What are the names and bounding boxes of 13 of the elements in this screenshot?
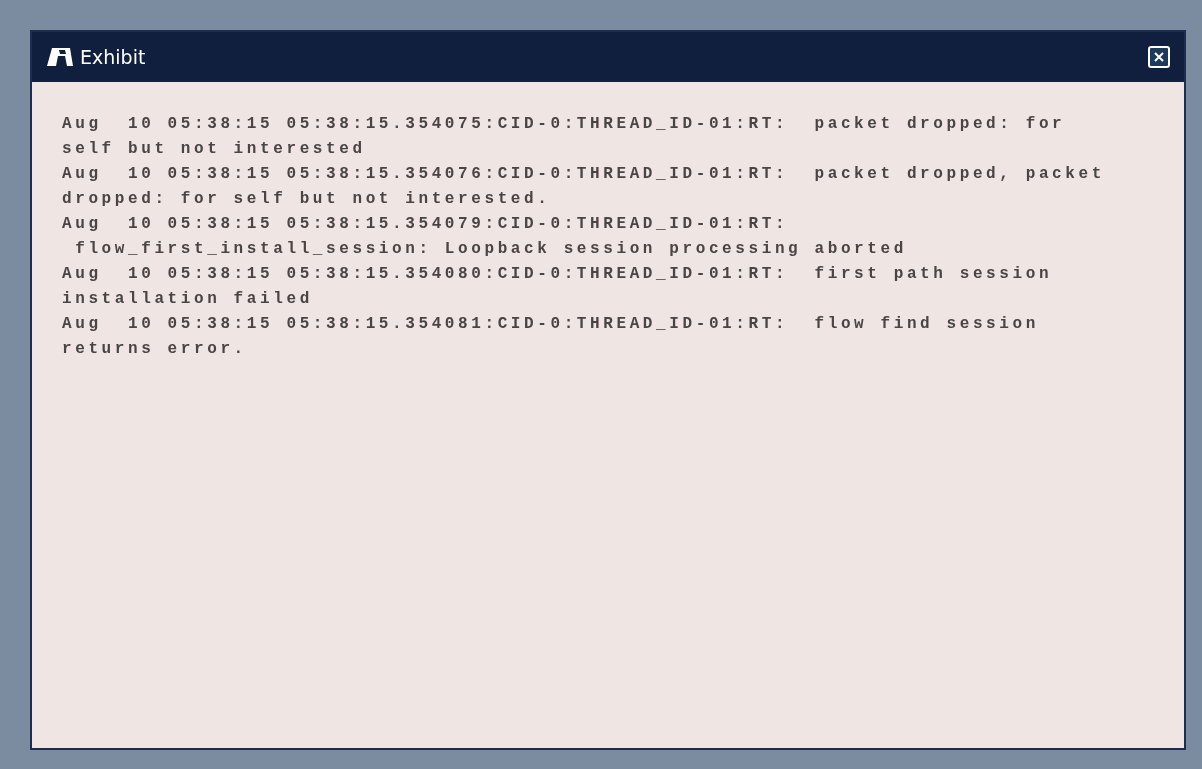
log-line: Aug 10 05:38:15 05:38:15.354080:CID-0:THREAD_ID-01:RT: first path session	[62, 264, 1054, 285]
log-line: dropped: for self but not interested.	[62, 189, 552, 210]
log-line: Aug 10 05:38:15 05:38:15.354081:CID-0:THREAD_ID-01:RT: flow find session	[62, 314, 1040, 335]
log-line: installation failed	[62, 289, 314, 310]
window-title: Exhibit	[80, 46, 146, 68]
log-line: returns error.	[62, 339, 248, 360]
close-icon	[1152, 50, 1166, 64]
log-line: Aug 10 05:38:15 05:38:15.354075:CID-0:THREAD_ID-01:RT: packet dropped: for	[62, 114, 1067, 135]
log-line: self but not interested	[62, 139, 367, 160]
log-line: flow_first_install_session: Loopback session processing aborted	[74, 239, 908, 260]
close-button[interactable]	[1148, 46, 1170, 68]
log-line: Aug 10 05:38:15 05:38:15.354076:CID-0:THREAD_ID-01:RT: packet dropped, packet	[62, 164, 1106, 185]
log-line: Aug 10 05:38:15 05:38:15.354079:CID-0:THREAD_ID-01:RT:	[62, 214, 790, 235]
